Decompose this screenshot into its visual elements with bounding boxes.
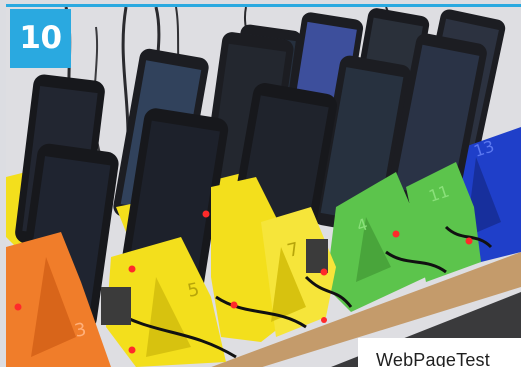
- caption-box: WebPageTest: [358, 338, 521, 367]
- caption-text: WebPageTest: [376, 350, 490, 367]
- usb-hub: [101, 287, 131, 325]
- red-led: [320, 268, 328, 276]
- red-led: [321, 317, 327, 323]
- red-led: [392, 230, 400, 238]
- device-lab-photo: 4 11 13 3 5 7: [6, 4, 521, 367]
- red-led: [465, 237, 473, 245]
- usb-hub: [306, 239, 328, 273]
- red-led: [128, 265, 136, 273]
- figure-frame: 4 11 13 3 5 7 10 WebPageTest: [0, 0, 521, 367]
- red-led: [230, 301, 238, 309]
- red-led: [202, 210, 210, 218]
- red-led: [14, 303, 22, 311]
- figure-number-badge: 10: [10, 9, 71, 68]
- red-led: [128, 346, 136, 354]
- phones-on-stands-illustration: 4 11 13 3 5 7: [6, 7, 521, 367]
